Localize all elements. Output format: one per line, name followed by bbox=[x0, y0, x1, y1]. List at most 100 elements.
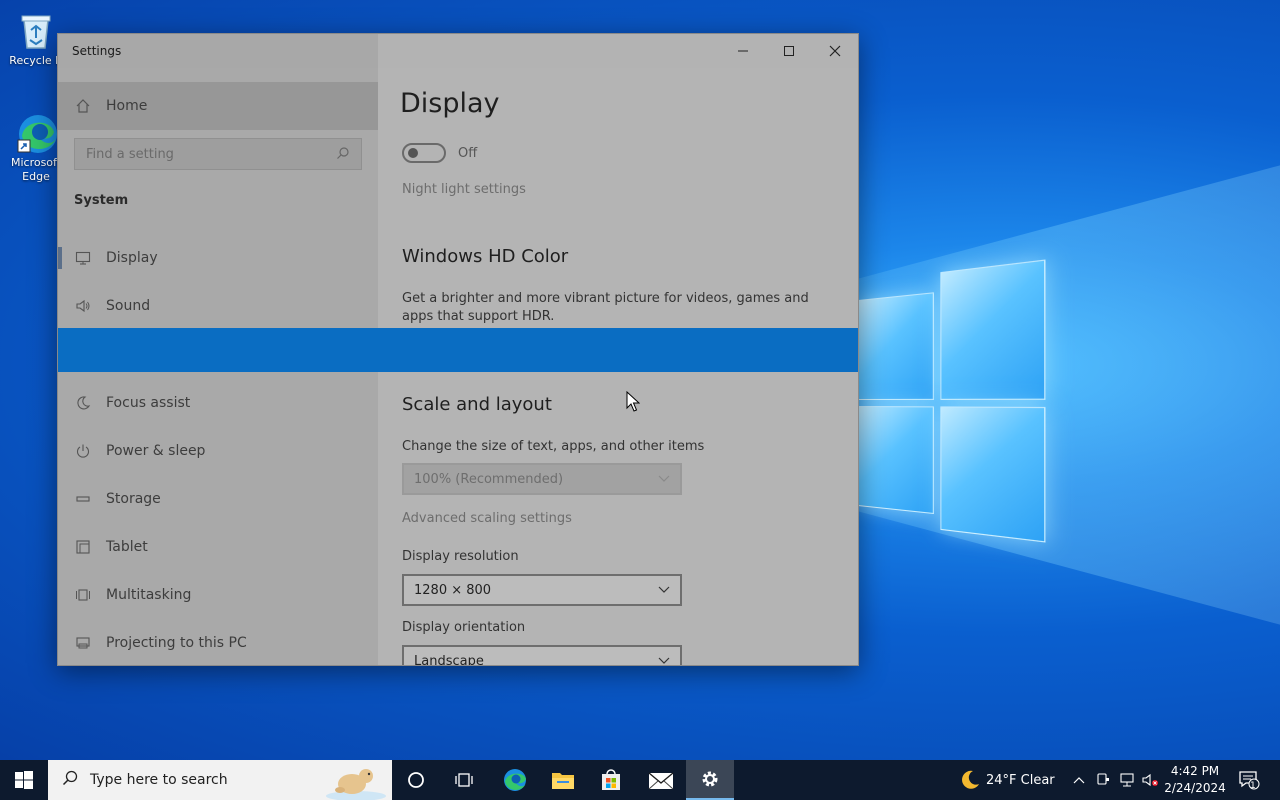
gear-icon bbox=[702, 771, 718, 787]
windows-start-icon bbox=[15, 771, 33, 789]
edge-icon bbox=[14, 110, 58, 154]
notification-count: 1 bbox=[1250, 781, 1256, 791]
sidebar-item-tablet[interactable]: Tablet bbox=[58, 523, 378, 571]
chevron-up-icon bbox=[1073, 777, 1085, 784]
taskbar-edge[interactable] bbox=[492, 760, 538, 800]
sidebar-item-home[interactable]: Home bbox=[58, 82, 378, 130]
scale-dropdown[interactable]: 100% (Recommended) bbox=[402, 463, 682, 495]
taskbar-store[interactable] bbox=[588, 760, 634, 800]
weather-widget[interactable]: 24°F Clear bbox=[986, 760, 1060, 800]
find-setting-input[interactable] bbox=[86, 146, 336, 162]
night-light-settings-link[interactable]: Night light settings bbox=[402, 182, 526, 197]
close-button[interactable] bbox=[812, 34, 858, 68]
recycle-bin-icon bbox=[14, 8, 58, 52]
close-icon bbox=[829, 45, 841, 57]
night-light-state: Off bbox=[458, 146, 478, 161]
tray-network-button[interactable] bbox=[1116, 760, 1138, 800]
multitasking-icon bbox=[74, 586, 92, 604]
sidebar-label-power-sleep: Power & sleep bbox=[106, 443, 206, 459]
projector-icon bbox=[74, 634, 92, 652]
minimize-button[interactable] bbox=[720, 34, 766, 68]
sidebar-label-focus-assist: Focus assist bbox=[106, 395, 191, 411]
taskbar-file-explorer[interactable] bbox=[540, 760, 586, 800]
search-highlight-image bbox=[320, 762, 390, 800]
sidebar-label-projecting: Projecting to this PC bbox=[106, 635, 247, 651]
content-lower: Scale and layout Change the size of text… bbox=[378, 372, 858, 666]
find-setting-search[interactable] bbox=[74, 138, 362, 170]
sidebar-item-sound[interactable]: Sound bbox=[58, 282, 378, 330]
minimize-icon bbox=[738, 50, 748, 52]
title-bar-right[interactable] bbox=[378, 34, 858, 68]
tray-overflow-button[interactable] bbox=[1068, 760, 1090, 800]
speaker-icon bbox=[74, 297, 92, 315]
cortana-circle-icon bbox=[408, 772, 424, 788]
window-title: Settings bbox=[72, 44, 122, 58]
resolution-label: Display resolution bbox=[402, 549, 519, 564]
edge-label: Microsoft Edge bbox=[10, 156, 62, 183]
advanced-scaling-link[interactable]: Advanced scaling settings bbox=[402, 511, 572, 526]
home-icon bbox=[74, 97, 92, 115]
page-title: Display bbox=[400, 88, 500, 119]
tray-meet-button[interactable] bbox=[1092, 760, 1114, 800]
edge-icon bbox=[504, 769, 526, 791]
sidebar-item-multitasking[interactable]: Multitasking bbox=[58, 571, 378, 619]
tablet-icon bbox=[74, 538, 92, 556]
cortana-button[interactable] bbox=[396, 760, 436, 800]
chevron-down-icon bbox=[658, 472, 670, 487]
accent-band bbox=[58, 328, 858, 372]
taskbar-search-box[interactable]: Type here to search bbox=[48, 760, 392, 800]
taskbar-search-placeholder: Type here to search bbox=[90, 772, 228, 788]
maximize-button[interactable] bbox=[766, 34, 812, 68]
storage-icon bbox=[74, 490, 92, 508]
notification-icon bbox=[1239, 771, 1260, 790]
sidebar-item-display[interactable]: Display bbox=[58, 234, 378, 282]
tray-volume-button[interactable] bbox=[1140, 760, 1162, 800]
sidebar-item-storage[interactable]: Storage bbox=[58, 475, 378, 523]
settings-window-lower: Focus assist Power & sleep Storage Table… bbox=[57, 372, 859, 666]
resolution-value: 1280 × 800 bbox=[414, 582, 492, 598]
night-light-toggle[interactable] bbox=[402, 143, 446, 163]
section-label-system: System bbox=[74, 193, 129, 208]
orientation-dropdown[interactable]: Landscape bbox=[402, 645, 682, 666]
sidebar-item-power-sleep[interactable]: Power & sleep bbox=[58, 427, 378, 475]
start-button[interactable] bbox=[0, 760, 48, 800]
sidebar-label-multitasking: Multitasking bbox=[106, 587, 192, 603]
taskbar: Type here to search 24°F Clear 4:42 PM 2… bbox=[0, 760, 1280, 800]
sidebar-lower: Focus assist Power & sleep Storage Table… bbox=[58, 372, 378, 665]
task-view-icon bbox=[455, 773, 473, 787]
title-bar[interactable]: Settings bbox=[58, 34, 378, 68]
taskbar-settings-active[interactable] bbox=[686, 760, 734, 800]
weather-moon-icon bbox=[954, 760, 986, 800]
scale-label: Change the size of text, apps, and other… bbox=[402, 439, 705, 454]
volume-muted-icon bbox=[1142, 773, 1158, 787]
orientation-label: Display orientation bbox=[402, 620, 526, 635]
sidebar-label-sound: Sound bbox=[106, 298, 151, 314]
mouse-cursor-icon bbox=[626, 390, 641, 417]
search-icon bbox=[336, 145, 350, 164]
search-icon bbox=[62, 770, 78, 790]
task-view-button[interactable] bbox=[444, 760, 484, 800]
sidebar-item-projecting[interactable]: Projecting to this PC bbox=[58, 619, 378, 665]
home-label: Home bbox=[106, 98, 148, 114]
sidebar-item-focus-assist[interactable]: Focus assist bbox=[58, 379, 378, 427]
scale-layout-heading: Scale and layout bbox=[402, 394, 552, 415]
chevron-down-icon bbox=[658, 583, 670, 598]
network-icon bbox=[1120, 773, 1134, 787]
moon-icon bbox=[74, 394, 92, 412]
folder-icon bbox=[552, 773, 574, 789]
hd-color-heading: Windows HD Color bbox=[402, 246, 569, 267]
orientation-value: Landscape bbox=[414, 653, 484, 666]
recycle-bin-label: Recycle B bbox=[9, 54, 63, 67]
chevron-down-icon bbox=[658, 654, 670, 666]
meet-now-icon bbox=[1097, 773, 1109, 785]
resolution-dropdown[interactable]: 1280 × 800 bbox=[402, 574, 682, 606]
scale-value: 100% (Recommended) bbox=[414, 471, 564, 487]
taskbar-mail[interactable] bbox=[638, 760, 684, 800]
mail-icon bbox=[648, 772, 674, 790]
maximize-icon bbox=[784, 46, 794, 56]
sidebar-label-tablet: Tablet bbox=[106, 539, 148, 555]
taskbar-clock[interactable]: 4:42 PM 2/24/2024 bbox=[1164, 763, 1226, 797]
action-center-button[interactable]: 1 bbox=[1232, 760, 1266, 800]
clock-time: 4:42 PM bbox=[1170, 764, 1220, 778]
sidebar-label-display: Display bbox=[106, 250, 158, 266]
